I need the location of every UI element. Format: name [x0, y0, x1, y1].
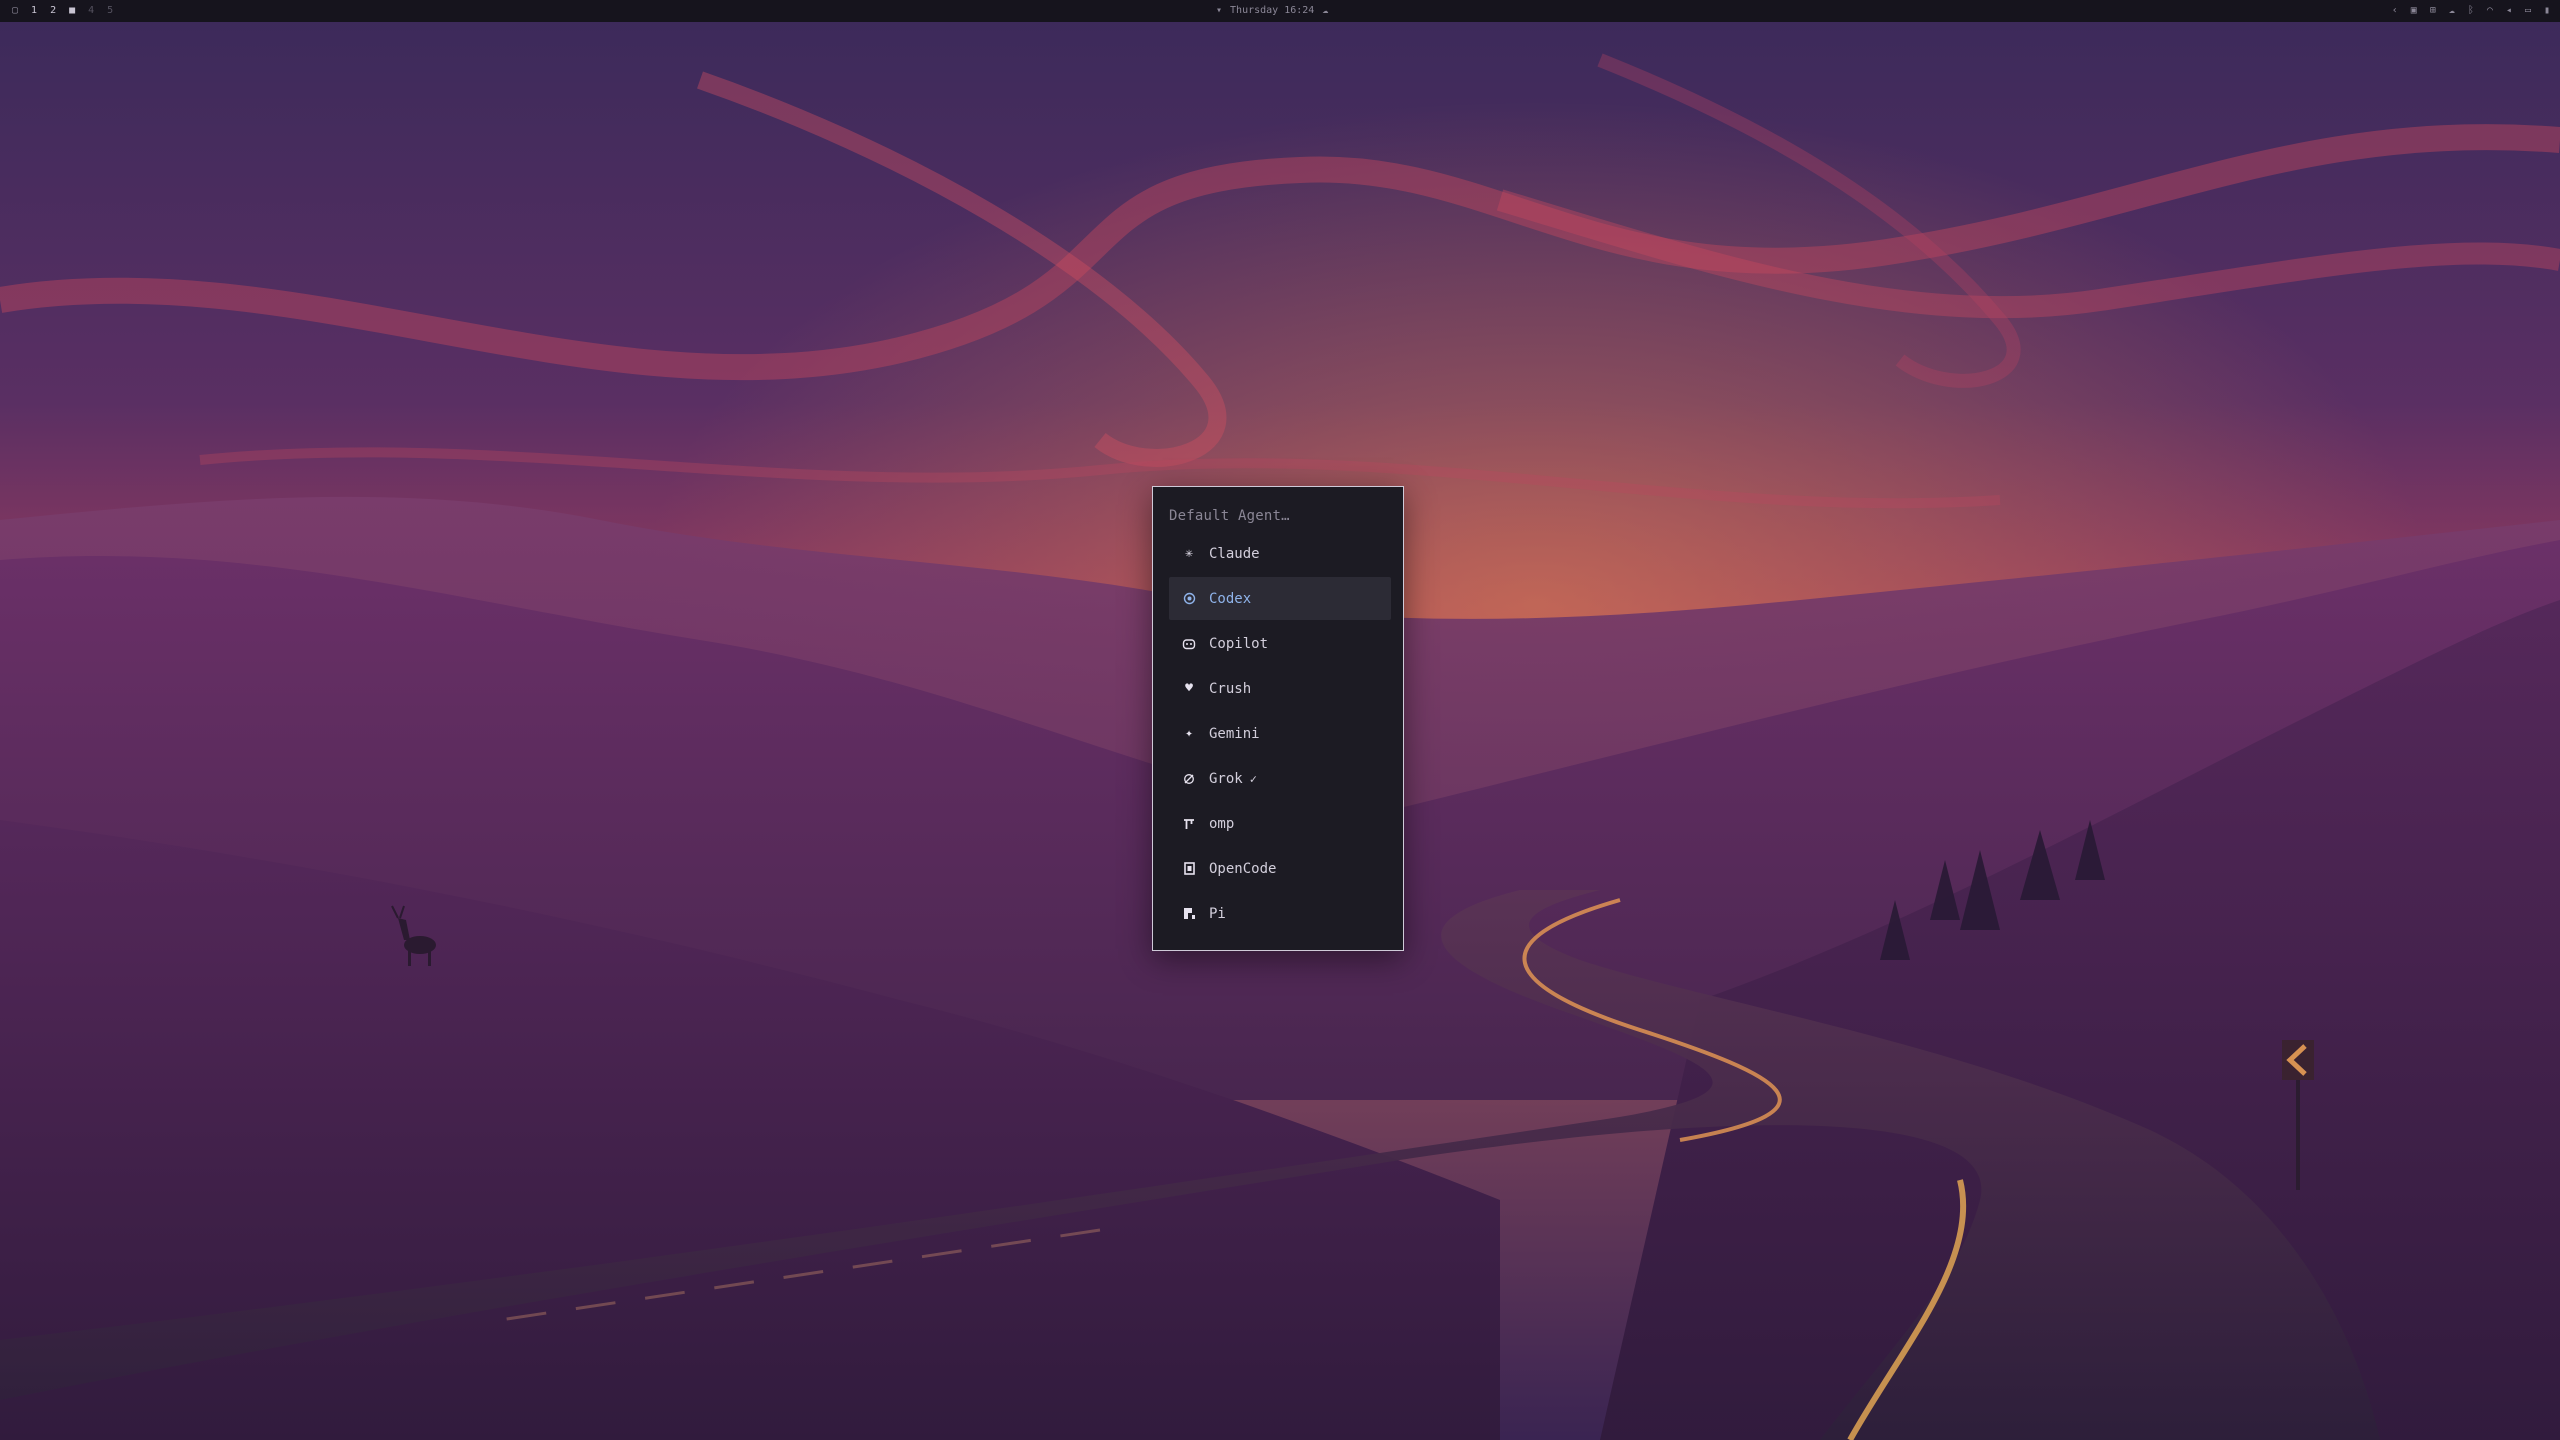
agent-item-pi[interactable]: Pi — [1169, 892, 1391, 935]
top-bar: ▢ 1 2 ■ 4 5 ▾ Thursday 16:24 ☁ ‹ ▣ ⊞ ☁ ᛒ… — [0, 0, 2560, 22]
agent-item-label: OpenCode — [1209, 860, 1277, 877]
agent-item-gemini[interactable]: ✦ Gemini — [1169, 712, 1391, 755]
codex-icon — [1182, 592, 1196, 606]
agent-item-label: Crush — [1209, 680, 1252, 697]
wifi-icon[interactable]: ◠ — [2487, 0, 2493, 22]
agent-item-codex[interactable]: Codex — [1169, 577, 1391, 620]
clock-text: Thursday 16:24 — [1230, 5, 1315, 16]
default-agent-menu: Default Agent… ✳ Claude Codex Copilot ♥ — [1152, 486, 1404, 951]
screen-icon[interactable]: ▣ — [2411, 0, 2417, 22]
agent-item-copilot[interactable]: Copilot — [1169, 622, 1391, 665]
workspace-2[interactable]: 2 — [50, 0, 56, 22]
omp-icon — [1182, 817, 1196, 831]
agent-item-label: Copilot — [1209, 635, 1269, 652]
workspace-switcher: ▢ 1 2 ■ 4 5 — [12, 0, 126, 22]
grid-icon[interactable]: ⊞ — [2430, 0, 2436, 22]
agent-item-label: Gemini — [1209, 725, 1260, 742]
volume-icon[interactable]: ◂ — [2506, 0, 2512, 22]
workspace-5[interactable]: 5 — [107, 0, 113, 22]
agent-item-label: Claude — [1209, 545, 1260, 562]
heart-icon: ♥ — [1185, 681, 1193, 696]
agent-item-grok[interactable]: Grok ✓ — [1169, 757, 1391, 800]
battery-icon[interactable]: ▮ — [2544, 0, 2550, 22]
agent-item-crush[interactable]: ♥ Crush — [1169, 667, 1391, 710]
copilot-icon — [1182, 637, 1196, 651]
clock-area[interactable]: ▾ Thursday 16:24 ☁ — [1216, 0, 1336, 22]
workspace-icon: ▢ — [12, 5, 19, 16]
agent-item-label: Grok — [1209, 770, 1243, 787]
opencode-icon — [1182, 862, 1196, 876]
workspace-current-icon[interactable]: ■ — [69, 0, 75, 22]
workspace-1[interactable]: 1 — [31, 0, 37, 22]
chevron-left-icon[interactable]: ‹ — [2392, 0, 2398, 22]
asterisk-icon: ✳ — [1185, 546, 1193, 561]
weather-icon: ☁ — [1322, 5, 1329, 16]
display-icon[interactable]: ▭ — [2525, 0, 2531, 22]
agent-item-claude[interactable]: ✳ Claude — [1169, 532, 1391, 575]
pi-icon — [1182, 907, 1196, 921]
agent-item-opencode[interactable]: OpenCode — [1169, 847, 1391, 890]
cloud-icon[interactable]: ☁ — [2449, 0, 2455, 22]
agent-item-label: omp — [1209, 815, 1235, 832]
workspace-4[interactable]: 4 — [88, 0, 94, 22]
agent-list: ✳ Claude Codex Copilot ♥ Crush ✦ Gemini … — [1169, 532, 1391, 937]
grok-icon — [1182, 772, 1196, 786]
desktop: ▢ 1 2 ■ 4 5 ▾ Thursday 16:24 ☁ ‹ ▣ ⊞ ☁ ᛒ… — [0, 0, 2560, 1440]
system-tray: ‹ ▣ ⊞ ☁ ᛒ ◠ ◂ ▭ ▮ — [2379, 0, 2550, 22]
agent-item-label: Codex — [1209, 590, 1252, 607]
notification-icon: ▾ — [1216, 5, 1223, 16]
agent-item-omp[interactable]: omp — [1169, 802, 1391, 845]
checkmark-icon: ✓ — [1249, 771, 1257, 786]
agent-item-label: Pi — [1209, 905, 1226, 922]
menu-prompt[interactable]: Default Agent… — [1169, 508, 1290, 524]
bluetooth-icon[interactable]: ᛒ — [2468, 0, 2474, 22]
sparkle-icon: ✦ — [1185, 726, 1193, 741]
